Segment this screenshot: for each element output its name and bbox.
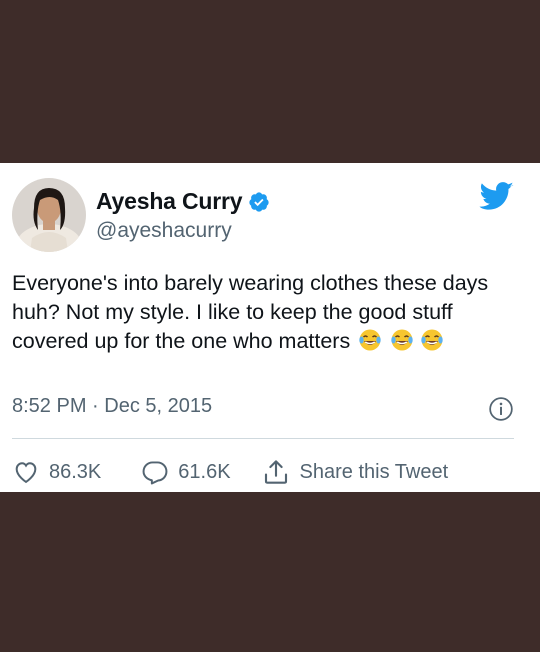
- tears-of-joy-emoji-icon: [421, 329, 443, 351]
- avatar[interactable]: [12, 178, 86, 252]
- share-button[interactable]: Share this Tweet: [261, 457, 449, 487]
- user-handle[interactable]: @ayeshacurry: [96, 219, 232, 243]
- tweet-text-body: Everyone's into barely wearing clothes t…: [12, 271, 489, 353]
- tears-of-joy-emoji-icon: [359, 329, 381, 351]
- like-count: 86.3K: [49, 460, 102, 483]
- display-name-row: Ayesha Curry: [96, 188, 270, 215]
- tweet-timestamp[interactable]: 8:52 PM · Dec 5, 2015: [12, 395, 212, 418]
- tweet-actions: 86.3K 61.6K Share this Tweet: [12, 457, 448, 487]
- tweet-text: Everyone's into barely wearing clothes t…: [12, 269, 517, 356]
- share-label: Share this Tweet: [299, 460, 449, 483]
- tears-of-joy-emoji-icon: [391, 329, 413, 351]
- info-icon[interactable]: [488, 396, 514, 422]
- heart-icon: [15, 462, 37, 484]
- reply-count: 61.6K: [178, 460, 231, 483]
- avatar-image: [12, 178, 86, 252]
- reply-bubble-icon: [142, 461, 168, 485]
- divider: [12, 438, 514, 439]
- like-button[interactable]: 86.3K: [12, 458, 101, 486]
- twitter-bird-icon[interactable]: [478, 181, 514, 211]
- reply-button[interactable]: 61.6K: [141, 458, 231, 486]
- verified-badge-icon: [249, 191, 269, 212]
- tweet-card: Ayesha Curry @ayeshacurry Everyone's int…: [0, 163, 540, 492]
- display-name[interactable]: Ayesha Curry: [96, 188, 243, 215]
- share-icon: [264, 460, 287, 484]
